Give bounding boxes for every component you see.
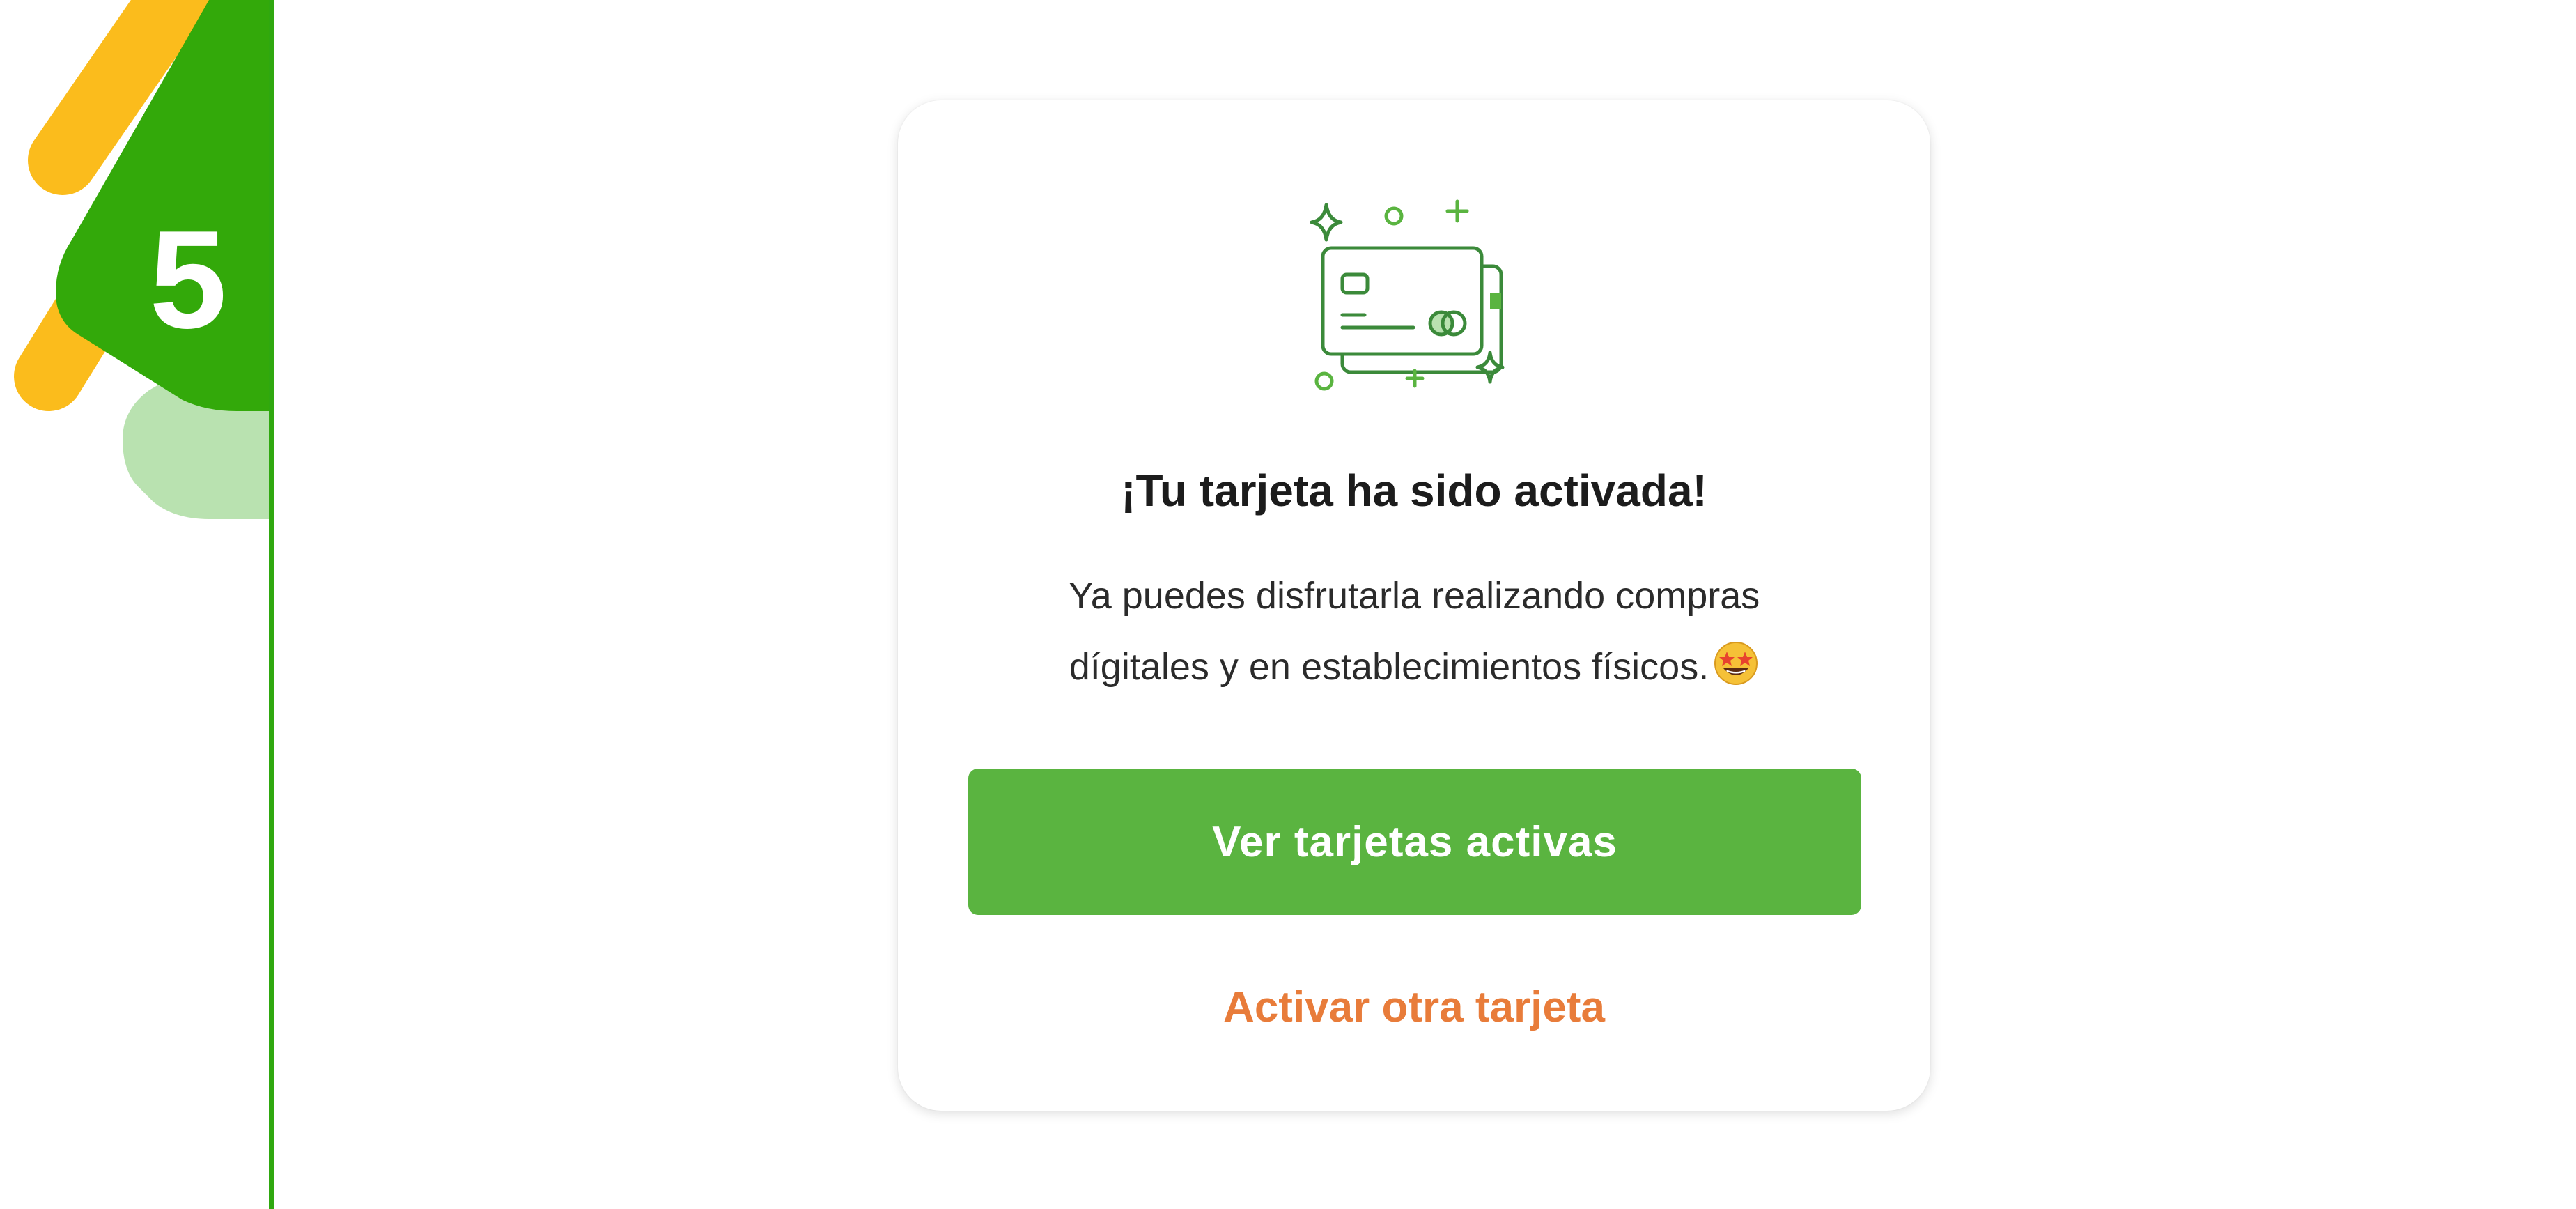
success-message: Ya puedes disfrutarla realizando compras… bbox=[996, 560, 1832, 702]
credit-card-sparkles-icon bbox=[1310, 199, 1505, 391]
success-message-line-2: dígitales y en establecimientos físicos. bbox=[1069, 646, 1709, 688]
step-number: 5 bbox=[149, 202, 227, 357]
activation-success-card: ¡Tu tarjeta ha sido activada! Ya puedes … bbox=[898, 100, 1930, 1111]
star-struck-emoji-icon bbox=[1714, 642, 1758, 685]
success-message-line-1: Ya puedes disfrutarla realizando compras bbox=[1068, 575, 1760, 617]
step-progress-rail bbox=[269, 0, 274, 1209]
view-active-cards-button[interactable]: Ver tarjetas activas bbox=[968, 769, 1861, 915]
success-title: ¡Tu tarjeta ha sido activada! bbox=[1121, 465, 1707, 516]
activate-another-card-link[interactable]: Activar otra tarjeta bbox=[898, 980, 1930, 1035]
